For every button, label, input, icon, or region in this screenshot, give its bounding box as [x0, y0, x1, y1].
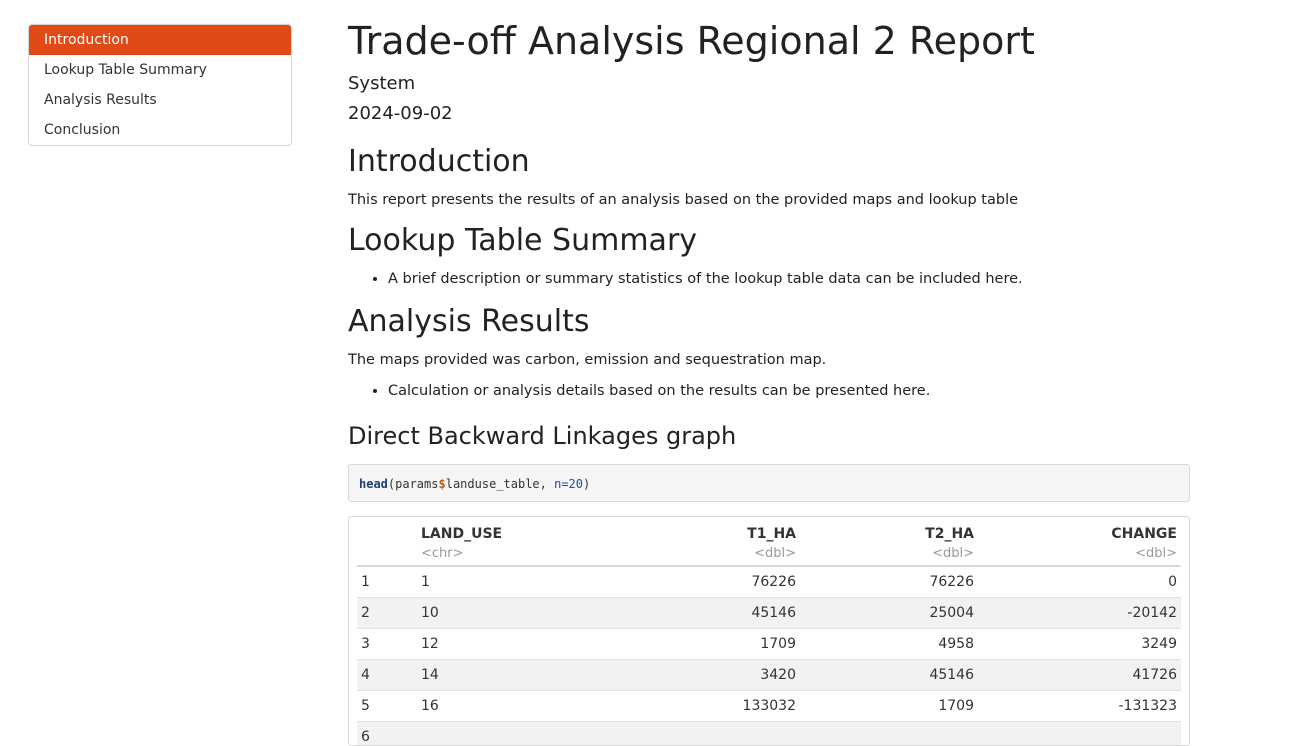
toc-item-conclusion[interactable]: Conclusion [29, 115, 291, 145]
table-row: 5 16 133032 1709 -131323 [357, 691, 1181, 722]
row-index: 6 [357, 722, 417, 746]
cell-change: -20142 [978, 598, 1181, 629]
cell-land-use: 1 [417, 566, 644, 598]
code-function: head [359, 477, 388, 491]
analysis-bullet-list: Calculation or analysis details based on… [348, 381, 1190, 401]
row-index: 1 [357, 566, 417, 598]
cell-t2-ha: 4958 [800, 629, 978, 660]
section-heading-lookup-table-summary: Lookup Table Summary [348, 223, 1190, 259]
cell-land-use [417, 722, 644, 746]
column-header-change: CHANGE <dbl> [978, 517, 1181, 566]
table-row: 3 12 1709 4958 3249 [357, 629, 1181, 660]
lookup-bullet-list: A brief description or summary statistic… [348, 269, 1190, 289]
cell-t2-ha [800, 722, 978, 746]
page-title: Trade-off Analysis Regional 2 Report [348, 19, 1190, 63]
table-header-row: LAND_USE <chr> T1_HA <dbl> T2_HA <dbl> C… [357, 517, 1181, 566]
cell-land-use: 12 [417, 629, 644, 660]
toc-item-analysis-results[interactable]: Analysis Results [29, 85, 291, 115]
cell-land-use: 16 [417, 691, 644, 722]
row-index: 2 [357, 598, 417, 629]
code-close: ) [583, 477, 590, 491]
code-number: 20 [569, 477, 583, 491]
cell-t1-ha: 3420 [644, 660, 800, 691]
cell-t2-ha: 45146 [800, 660, 978, 691]
cell-t1-ha: 45146 [644, 598, 800, 629]
report-author: System [348, 73, 1190, 95]
cell-change: 41726 [978, 660, 1181, 691]
code-operator: $ [438, 477, 445, 491]
section-heading-introduction: Introduction [348, 144, 1190, 180]
column-header-t1-ha: T1_HA <dbl> [644, 517, 800, 566]
cell-t1-ha [644, 722, 800, 746]
toc-item-introduction[interactable]: Introduction [29, 25, 291, 55]
cell-change [978, 722, 1181, 746]
index-header [357, 517, 417, 566]
subsection-heading-linkages: Direct Backward Linkages graph [348, 421, 1190, 451]
row-index: 4 [357, 660, 417, 691]
row-index: 3 [357, 629, 417, 660]
report-date: 2024-09-02 [348, 103, 1190, 125]
code-open: (params [388, 477, 439, 491]
cell-t1-ha: 76226 [644, 566, 800, 598]
table-row: 4 14 3420 45146 41726 [357, 660, 1181, 691]
column-header-t2-ha: T2_HA <dbl> [800, 517, 978, 566]
column-header-land-use: LAND_USE <chr> [417, 517, 644, 566]
main-content: Trade-off Analysis Regional 2 Report Sys… [348, 0, 1190, 746]
table-row: 6 [357, 722, 1181, 746]
cell-t1-ha: 1709 [644, 629, 800, 660]
cell-change: -131323 [978, 691, 1181, 722]
data-table-container: LAND_USE <chr> T1_HA <dbl> T2_HA <dbl> C… [348, 516, 1190, 746]
cell-t1-ha: 133032 [644, 691, 800, 722]
section-heading-analysis-results: Analysis Results [348, 304, 1190, 340]
code-object: landuse_table, [446, 477, 554, 491]
analysis-bullet: Calculation or analysis details based on… [388, 381, 1190, 401]
code-arg: n= [554, 477, 568, 491]
code-chunk: head(params$landuse_table, n=20) [348, 464, 1190, 502]
cell-change: 0 [978, 566, 1181, 598]
cell-change: 3249 [978, 629, 1181, 660]
cell-land-use: 10 [417, 598, 644, 629]
toc-item-lookup-table-summary[interactable]: Lookup Table Summary [29, 55, 291, 85]
cell-t2-ha: 76226 [800, 566, 978, 598]
table-row: 1 1 76226 76226 0 [357, 566, 1181, 598]
table-row: 2 10 45146 25004 -20142 [357, 598, 1181, 629]
analysis-paragraph: The maps provided was carbon, emission a… [348, 350, 1190, 370]
landuse-table: LAND_USE <chr> T1_HA <dbl> T2_HA <dbl> C… [357, 517, 1181, 746]
toc-sidebar: Introduction Lookup Table Summary Analys… [28, 24, 292, 146]
intro-paragraph: This report presents the results of an a… [348, 190, 1190, 210]
row-index: 5 [357, 691, 417, 722]
lookup-bullet: A brief description or summary statistic… [388, 269, 1190, 289]
cell-t2-ha: 25004 [800, 598, 978, 629]
cell-t2-ha: 1709 [800, 691, 978, 722]
cell-land-use: 14 [417, 660, 644, 691]
